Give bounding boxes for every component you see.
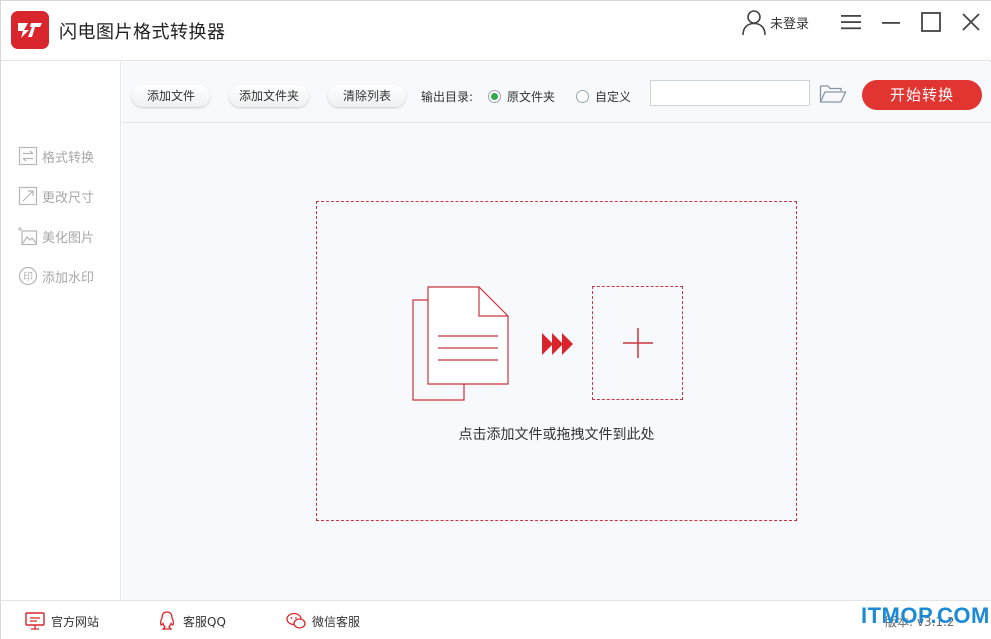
radio-original-folder[interactable]: 原文件夹 xyxy=(488,87,555,105)
sidebar-item-label: 添加水印 xyxy=(42,270,95,286)
sidebar-item-label: 格式转换 xyxy=(42,150,95,166)
convert-icon xyxy=(18,146,38,166)
forward-arrows-icon xyxy=(542,333,573,355)
minimize-button[interactable] xyxy=(878,9,904,35)
folder-open-icon xyxy=(819,85,847,103)
svg-text:印: 印 xyxy=(23,271,33,283)
app-window: 闪电图片格式转换器 未登录 格式转换 更改尺寸 美化图片 印 添加水印 添加文件… xyxy=(0,0,991,639)
sidebar-item-format-convert[interactable]: 格式转换 xyxy=(18,145,94,167)
monitor-icon xyxy=(25,611,45,631)
beautify-icon xyxy=(18,226,38,246)
plus-icon xyxy=(622,328,653,358)
watermark-icon: 印 xyxy=(18,266,38,286)
title-bar: 闪电图片格式转换器 未登录 xyxy=(1,1,991,61)
toolbar: 添加文件 添加文件夹 清除列表 输出目录: 原文件夹 自定义 开始转换 xyxy=(122,62,991,123)
main-area: 点击添加文件或拖拽文件到此处 xyxy=(122,123,991,600)
output-dir-label: 输出目录: xyxy=(421,90,474,104)
website-label: 官方网站 xyxy=(51,614,100,629)
maximize-button[interactable] xyxy=(918,9,944,35)
app-logo xyxy=(11,11,49,49)
qq-penguin-icon xyxy=(157,611,177,631)
menu-icon xyxy=(841,15,861,30)
output-path-input[interactable] xyxy=(650,80,810,106)
document-icon xyxy=(412,286,509,401)
sidebar-item-label: 美化图片 xyxy=(42,230,95,246)
site-watermark: ITMOP.COM xyxy=(861,603,990,628)
resize-icon xyxy=(18,186,38,206)
close-button[interactable] xyxy=(958,9,984,35)
radio-checked-icon xyxy=(488,89,501,103)
radio-unchecked-icon xyxy=(576,89,589,103)
radio-original-label: 原文件夹 xyxy=(507,89,556,104)
drop-hint-text: 点击添加文件或拖拽文件到此处 xyxy=(458,427,655,443)
start-convert-button[interactable]: 开始转换 xyxy=(862,80,982,110)
wechat-support-link[interactable]: 微信客服 xyxy=(286,611,360,631)
wechat-icon xyxy=(286,611,306,631)
app-title: 闪电图片格式转换器 xyxy=(59,22,226,43)
maximize-icon xyxy=(921,12,941,32)
login-button[interactable]: 未登录 xyxy=(741,8,809,36)
sidebar-item-beautify[interactable]: 美化图片 xyxy=(18,225,94,247)
file-drop-zone[interactable]: 点击添加文件或拖拽文件到此处 xyxy=(316,201,797,521)
close-icon xyxy=(962,13,980,31)
website-link[interactable]: 官方网站 xyxy=(25,611,99,631)
sidebar-item-resize[interactable]: 更改尺寸 xyxy=(18,185,94,207)
status-bar: 官方网站 客服QQ 微信客服 版本: v3.1.2 ITMOP.COM xyxy=(1,600,991,639)
qq-support-label: 客服QQ xyxy=(183,614,226,629)
menu-button[interactable] xyxy=(838,9,864,35)
qq-support-link[interactable]: 客服QQ xyxy=(157,611,226,631)
sidebar: 格式转换 更改尺寸 美化图片 印 添加水印 xyxy=(1,62,121,600)
minimize-icon xyxy=(882,22,900,24)
lightning-logo-icon xyxy=(18,23,42,38)
login-status-label: 未登录 xyxy=(770,16,810,32)
add-placeholder-box xyxy=(592,286,683,400)
clear-list-button[interactable]: 清除列表 xyxy=(328,85,406,107)
add-folder-button[interactable]: 添加文件夹 xyxy=(229,85,309,107)
radio-custom-label: 自定义 xyxy=(595,89,632,104)
sidebar-item-label: 更改尺寸 xyxy=(42,190,95,206)
add-file-button[interactable]: 添加文件 xyxy=(132,85,210,107)
browse-folder-button[interactable] xyxy=(819,83,847,105)
radio-custom-folder[interactable]: 自定义 xyxy=(576,87,631,105)
sidebar-item-watermark[interactable]: 印 添加水印 xyxy=(18,265,94,287)
wechat-support-label: 微信客服 xyxy=(312,614,361,629)
user-icon xyxy=(742,10,766,35)
